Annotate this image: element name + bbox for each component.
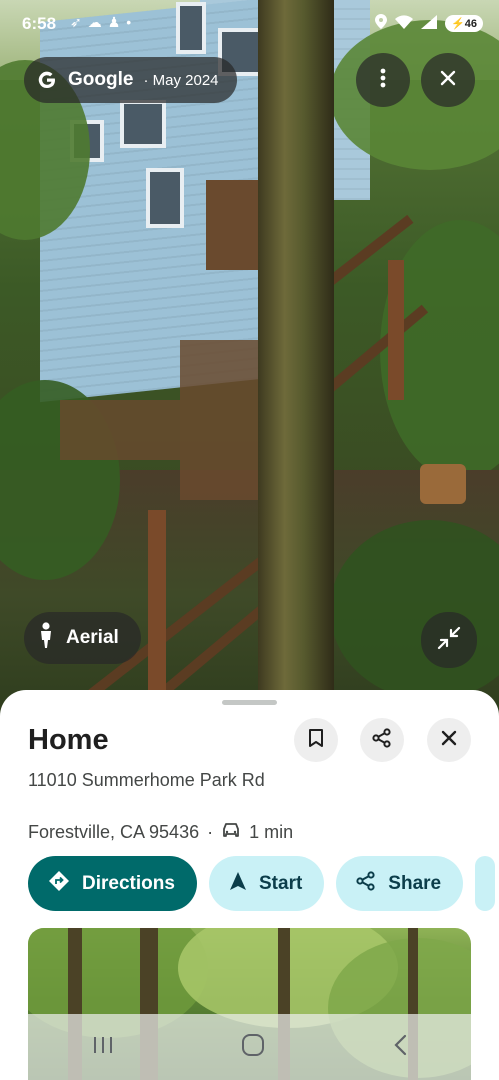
share-label: Share bbox=[388, 872, 442, 894]
close-icon bbox=[440, 70, 456, 91]
place-subline: Forestville, CA 95436 · 1 min bbox=[28, 822, 293, 843]
place-address: 11010 Summerhome Park Rd bbox=[28, 770, 265, 790]
imagery-source: Google bbox=[68, 69, 134, 90]
close-street-view-button[interactable] bbox=[421, 53, 475, 107]
share-button[interactable]: Share bbox=[336, 856, 464, 911]
navigation-icon: ➶ bbox=[70, 14, 88, 30]
directions-label: Directions bbox=[82, 872, 175, 894]
house-window bbox=[146, 168, 184, 228]
cloud-icon: ☁ bbox=[87, 14, 108, 30]
aerial-label: Aerial bbox=[66, 627, 119, 648]
separator-dot: · bbox=[207, 822, 214, 842]
home-button[interactable] bbox=[241, 1033, 265, 1062]
imagery-date: May 2024 bbox=[152, 71, 219, 89]
location-icon bbox=[375, 14, 388, 32]
wooden-post bbox=[388, 260, 404, 400]
collapse-arrows-icon bbox=[437, 626, 461, 655]
retaining-wall bbox=[60, 400, 180, 460]
directions-icon bbox=[48, 870, 70, 898]
close-sheet-button[interactable] bbox=[427, 718, 471, 762]
start-button[interactable]: Start bbox=[209, 856, 325, 911]
status-time: 6:58 bbox=[22, 14, 57, 33]
place-title: Home bbox=[28, 724, 109, 756]
back-button[interactable] bbox=[392, 1034, 408, 1061]
share-icon bbox=[372, 727, 392, 753]
car-icon bbox=[221, 822, 241, 843]
battery-level: 46 bbox=[464, 17, 477, 30]
more-actions-button[interactable] bbox=[475, 856, 496, 911]
battery-icon: ⚡46 bbox=[445, 14, 483, 32]
dot-icon: • bbox=[126, 14, 138, 30]
start-label: Start bbox=[259, 872, 303, 894]
deck bbox=[206, 180, 266, 270]
status-bar: 6:58 ➶☁♟• ⚡46 bbox=[0, 0, 499, 52]
action-buttons-row: Directions Start Share bbox=[28, 856, 496, 911]
system-icons: ⚡46 bbox=[375, 14, 483, 32]
close-icon bbox=[441, 730, 457, 751]
planter-pot bbox=[420, 464, 466, 504]
navigation-arrow-icon bbox=[229, 871, 247, 897]
recent-apps-button[interactable] bbox=[92, 1035, 114, 1060]
collapse-view-button[interactable] bbox=[421, 612, 477, 668]
drag-handle[interactable] bbox=[222, 700, 277, 705]
google-g-icon bbox=[36, 69, 58, 91]
imagery-source-chip[interactable]: Google · May 2024 bbox=[24, 57, 237, 103]
pegman-icon bbox=[38, 622, 54, 654]
more-vert-icon bbox=[380, 68, 386, 93]
notification-icons: ➶☁♟• bbox=[70, 14, 137, 31]
share-icon-button[interactable] bbox=[360, 718, 404, 762]
house-window bbox=[120, 100, 166, 148]
directions-button[interactable]: Directions bbox=[28, 856, 197, 911]
more-options-button[interactable] bbox=[356, 53, 410, 107]
deck bbox=[180, 340, 260, 500]
signal-icon bbox=[421, 14, 438, 32]
system-nav-bar bbox=[28, 1014, 471, 1080]
wooden-post bbox=[148, 510, 166, 690]
imagery-date-wrap: · May 2024 bbox=[143, 72, 218, 89]
save-button[interactable] bbox=[294, 718, 338, 762]
tree-trunk bbox=[258, 0, 334, 690]
share-icon bbox=[356, 870, 376, 897]
snapchat-icon: ♟ bbox=[107, 14, 127, 30]
aerial-button[interactable]: Aerial bbox=[24, 612, 141, 664]
bookmark-icon bbox=[308, 728, 324, 753]
separator-dot: · bbox=[143, 71, 149, 89]
wifi-icon bbox=[395, 14, 414, 32]
place-locality: Forestville, CA 95436 bbox=[28, 822, 200, 842]
drive-time: 1 min bbox=[249, 822, 294, 842]
